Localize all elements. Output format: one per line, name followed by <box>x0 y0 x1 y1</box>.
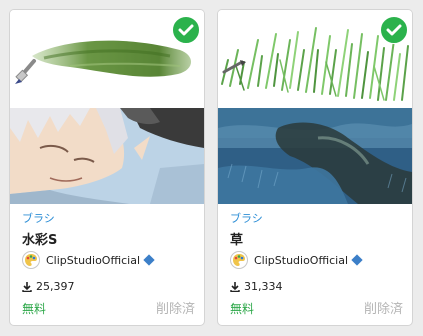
material-title: 水彩S <box>22 233 58 248</box>
category-label: ブラシ <box>22 212 55 225</box>
avatar <box>22 251 40 269</box>
author-name[interactable]: ClipStudioOfficial <box>46 254 140 267</box>
author-name[interactable]: ClipStudioOfficial <box>254 254 348 267</box>
deleted-status: 削除済 <box>155 302 195 317</box>
author-row[interactable]: ClipStudioOfficial <box>230 250 363 270</box>
download-count: 25,397 <box>36 280 75 293</box>
avatar <box>230 251 248 269</box>
material-card-watercolor[interactable]: ブラシ 水彩S ClipStudioOfficial 25,397 無料 削除済 <box>9 9 205 326</box>
download-icon <box>22 281 32 292</box>
material-title: 草 <box>230 233 244 248</box>
check-circle-icon <box>380 16 408 44</box>
price-label: 無料 <box>230 302 255 316</box>
author-row[interactable]: ClipStudioOfficial <box>22 250 155 270</box>
check-circle-icon <box>172 16 200 44</box>
price-label: 無料 <box>22 302 47 316</box>
sample-image <box>218 108 412 204</box>
brush-icon <box>15 59 36 84</box>
sample-image <box>10 108 204 204</box>
download-count-row: 31,334 <box>230 280 283 293</box>
material-card-grass[interactable]: ブラシ 草 ClipStudioOfficial 31,334 無料 削除済 <box>217 9 413 326</box>
download-icon <box>230 281 240 292</box>
download-count: 31,334 <box>244 280 283 293</box>
brush-icon <box>222 60 246 74</box>
diamond-icon <box>143 254 155 266</box>
deleted-status: 削除済 <box>363 302 403 317</box>
download-count-row: 25,397 <box>22 280 75 293</box>
category-label: ブラシ <box>230 212 263 225</box>
diamond-icon <box>351 254 363 266</box>
